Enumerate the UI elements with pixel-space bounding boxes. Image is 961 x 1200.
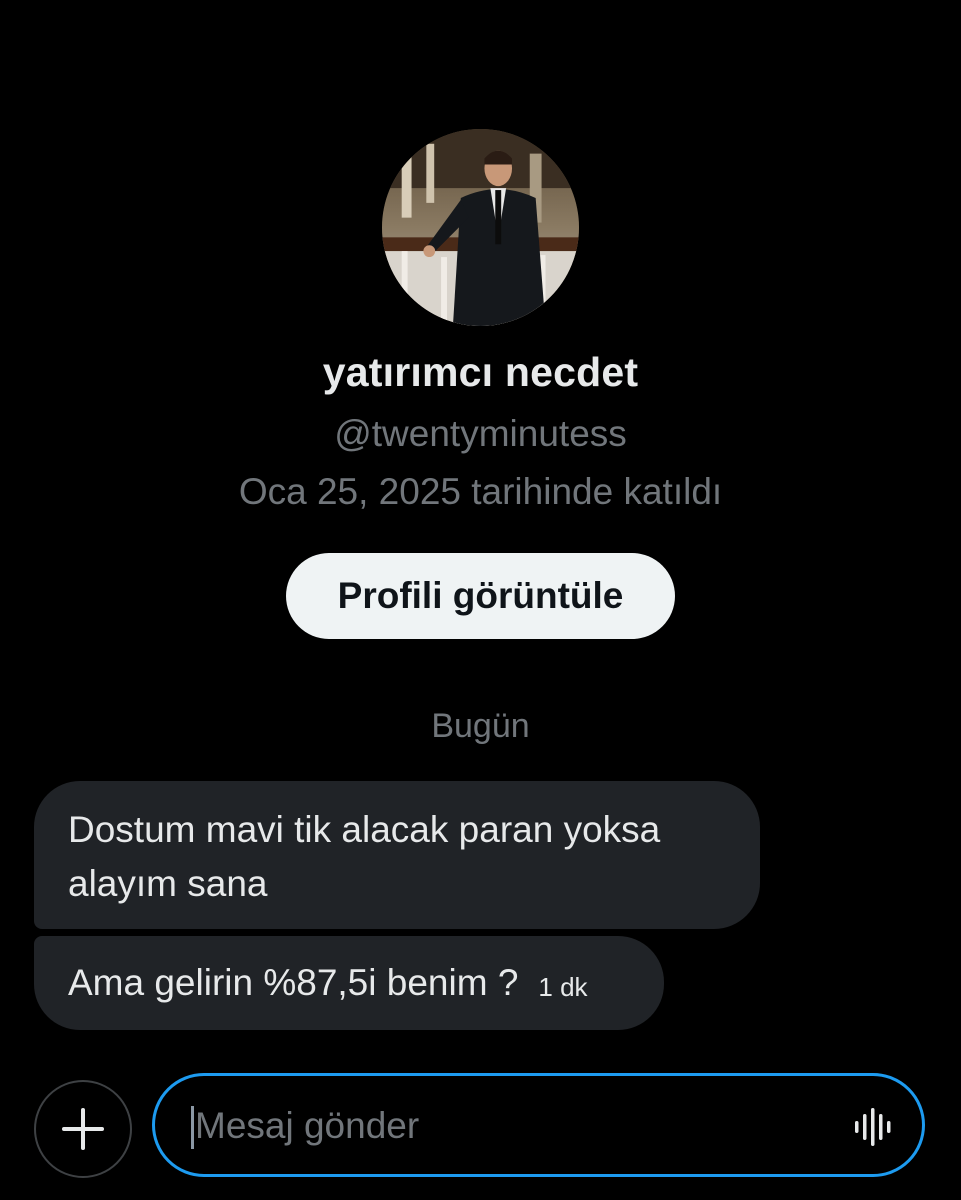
message-input[interactable] <box>195 1090 835 1162</box>
avatar-photo <box>382 129 579 326</box>
voice-wave-icon[interactable] <box>854 1106 894 1148</box>
add-attachment-button[interactable] <box>34 1080 132 1178</box>
message-bubble[interactable]: Ama gelirin %87,5i benim ? 1 dk <box>34 936 664 1030</box>
message-composer[interactable] <box>152 1073 925 1177</box>
profile-handle: @twentyminutess <box>334 413 627 454</box>
message-text: Dostum mavi tik alacak paran yoksa alayı… <box>68 809 661 904</box>
date-separator: Bugün <box>431 707 530 745</box>
view-profile-button[interactable]: Profili görüntüle <box>286 553 675 639</box>
message-text: Ama gelirin %87,5i benim ? <box>68 962 519 1003</box>
text-cursor <box>191 1106 194 1149</box>
message-bubble[interactable]: Dostum mavi tik alacak paran yoksa alayı… <box>34 781 760 929</box>
message-timestamp: 1 dk <box>538 972 588 1002</box>
plus-icon <box>62 1108 104 1150</box>
dm-conversation-screen: yatırımcı necdet @twentyminutess Oca 25,… <box>0 0 961 1200</box>
profile-joined-date: Oca 25, 2025 tarihinde katıldı <box>238 471 723 512</box>
profile-display-name: yatırımcı necdet <box>322 349 639 395</box>
profile-avatar[interactable] <box>382 129 579 326</box>
